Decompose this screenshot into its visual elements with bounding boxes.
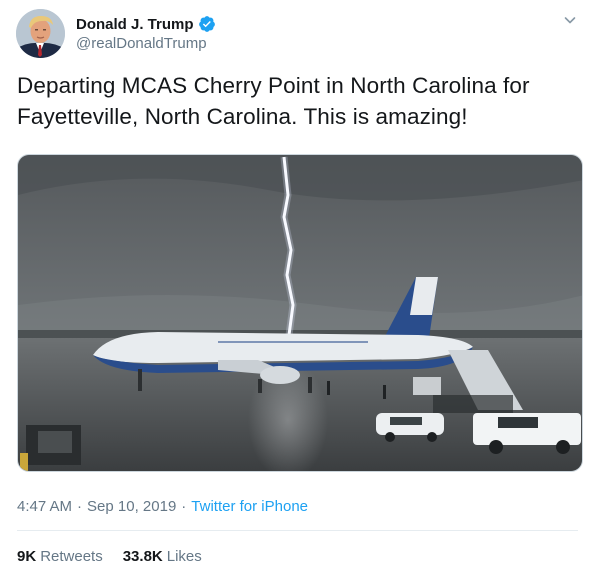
- tweet-text-line: Departing MCAS Cherry Point in North Car…: [17, 73, 530, 98]
- author-display-name[interactable]: Donald J. Trump: [76, 16, 194, 33]
- tweet-date[interactable]: Sep 10, 2019: [87, 498, 176, 515]
- tweet-text-line: Fayetteville, North Carolina. This is am…: [17, 104, 468, 129]
- tweet-stats: 9K Retweets 33.8K Likes: [17, 548, 222, 565]
- verified-badge-icon: [198, 15, 216, 33]
- likes-stat[interactable]: 33.8K Likes: [123, 548, 202, 565]
- tweet-source-link[interactable]: Twitter for iPhone: [191, 498, 308, 515]
- author-handle[interactable]: @realDonaldTrump: [76, 35, 207, 52]
- tweet-card[interactable]: Donald J. Trump @realDonaldTrump Departi…: [0, 0, 593, 569]
- retweets-label: Retweets: [40, 548, 103, 565]
- tweet-metadata: 4:47 AM · Sep 10, 2019 · Twitter for iPh…: [17, 498, 308, 515]
- tweet-text: Departing MCAS Cherry Point in North Car…: [17, 70, 577, 132]
- meta-separator: ·: [181, 498, 187, 515]
- meta-separator: ·: [77, 498, 83, 515]
- avatar[interactable]: [16, 9, 65, 58]
- tweet-photo[interactable]: [17, 154, 583, 472]
- likes-label: Likes: [166, 548, 202, 565]
- likes-count: 33.8K: [122, 548, 163, 565]
- retweets-stat[interactable]: 9K Retweets: [17, 548, 103, 565]
- retweets-count: 9K: [17, 548, 37, 565]
- chevron-down-icon[interactable]: [562, 12, 578, 28]
- author-name-row: Donald J. Trump: [76, 14, 216, 34]
- tweet-time[interactable]: 4:47 AM: [17, 498, 72, 515]
- divider: [17, 530, 578, 531]
